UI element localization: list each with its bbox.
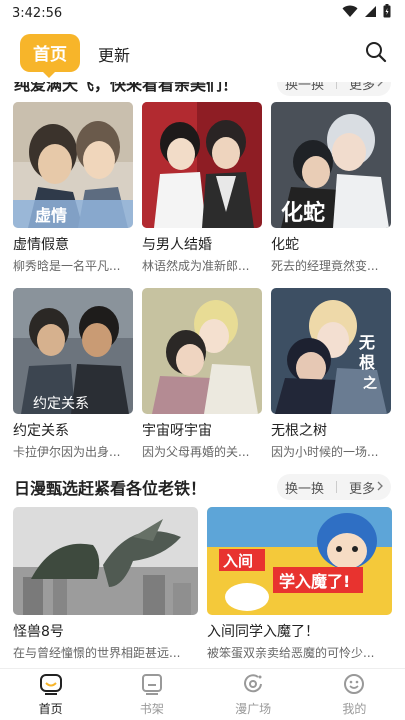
- comic-title: 虚情假意: [13, 237, 69, 253]
- comic-title: 怪兽8号: [13, 624, 64, 640]
- comic-cover-image: [142, 288, 262, 414]
- tab-update[interactable]: 更新: [98, 42, 130, 66]
- bottom-nav-label: 首页: [38, 701, 63, 716]
- section2-actions: 换一换 更多: [276, 474, 391, 500]
- comic-desc: 被笨蛋双亲卖给恶魔的可怜少...: [207, 646, 375, 660]
- battery-icon: [383, 4, 391, 22]
- comic-desc: 卡拉伊尔因为出身...: [13, 445, 121, 459]
- comic-title: 约定关系: [13, 423, 69, 439]
- bottom-nav-home[interactable]: 首页: [0, 669, 101, 720]
- comic-desc: 因为小时候的一场...: [271, 445, 379, 459]
- comic-desc: 柳秀晗是一名平凡...: [13, 259, 121, 273]
- comic-cover-image: [13, 507, 198, 615]
- comic-desc: 因为父母再婚的关...: [142, 445, 250, 459]
- comic-cover-image: 化蛇: [271, 102, 391, 228]
- svg-text:无: 无: [358, 333, 375, 352]
- comic-cover-image: 约定关系: [13, 288, 133, 414]
- top-nav: 首页 更新: [0, 26, 405, 82]
- bottom-nav-label: 漫广场: [235, 701, 272, 716]
- tab-home-label: 首页: [33, 44, 67, 65]
- comic-title: 化蛇: [271, 237, 299, 253]
- search-icon: [365, 41, 387, 67]
- comic-title: 宇宙呀宇宙: [142, 423, 212, 439]
- divider: [335, 481, 337, 493]
- svg-text:约定关系: 约定关系: [33, 396, 89, 412]
- section2-header: 日漫甄选赶紧看各位老铁！ 换一换 更多: [0, 472, 405, 502]
- wifi-icon: [342, 5, 358, 22]
- comic-desc: 林语然成为准新郎...: [142, 259, 250, 273]
- search-button[interactable]: [361, 39, 391, 69]
- bottom-nav-label: 我的: [342, 701, 367, 716]
- section2-refresh-button[interactable]: 换一换: [285, 478, 324, 497]
- status-bar: 3:42:56: [0, 0, 405, 26]
- svg-text:化蛇: 化蛇: [281, 200, 325, 226]
- section2-title: 日漫甄选赶紧看各位老铁！: [14, 479, 207, 498]
- bookshelf-icon: [140, 673, 164, 698]
- comic-cover-image: [142, 102, 262, 228]
- comic-desc: 在与曾经憧憬的世界相距甚远...: [13, 646, 181, 660]
- bottom-nav-mine[interactable]: 我的: [304, 669, 405, 720]
- status-time: 3:42:56: [12, 5, 63, 21]
- bottom-nav: 首页 书架 漫广场 我的: [0, 668, 405, 720]
- profile-icon: [342, 673, 366, 698]
- comic-card[interactable]: 宇宙呀宇宙 因为父母再婚的关...: [142, 288, 262, 460]
- signal-icon: [364, 5, 377, 22]
- comic-card[interactable]: 与男人结婚 林语然成为准新郎...: [142, 102, 262, 274]
- svg-text:虚情: 虚情: [35, 206, 67, 225]
- comic-title: 无根之树: [271, 423, 327, 439]
- comic-cover-image: 入间 学入魔了!: [207, 507, 392, 615]
- comic-cover-image: 虚情: [13, 102, 133, 228]
- comic-card[interactable]: 无 根 之 无根之树 因为小时候的一场...: [271, 288, 391, 460]
- section2-more-button[interactable]: 更多: [349, 478, 383, 497]
- comic-card[interactable]: 约定关系 约定关系 卡拉伊尔因为出身...: [13, 288, 133, 460]
- comic-card[interactable]: 入间 学入魔了! 入间同学入魔了！ 被笨蛋双亲卖给恶魔的可怜少...: [207, 507, 392, 661]
- discover-icon: [241, 673, 265, 698]
- comic-title: 入间同学入魔了！: [207, 624, 319, 640]
- comic-card[interactable]: 虚情 虚情假意 柳秀晗是一名平凡...: [13, 102, 133, 274]
- section2-more-label: 更多: [348, 481, 375, 497]
- tab-home[interactable]: 首页: [20, 32, 80, 78]
- bottom-nav-label: 书架: [139, 701, 164, 716]
- svg-text:之: 之: [363, 375, 377, 392]
- comic-cover-image: 无 根 之: [271, 288, 391, 414]
- svg-text:根: 根: [359, 353, 375, 372]
- home-icon: [39, 673, 63, 698]
- comic-card[interactable]: 化蛇 化蛇 死去的经理竟然变...: [271, 102, 391, 274]
- status-icons: [342, 4, 391, 22]
- svg-text:学入魔了!: 学入魔了!: [279, 572, 350, 591]
- comic-desc: 死去的经理竟然变...: [271, 259, 379, 273]
- comic-card[interactable]: 怪兽8号 在与曾经憧憬的世界相距甚远...: [13, 507, 198, 661]
- svg-text:入间: 入间: [223, 552, 253, 570]
- bottom-nav-square[interactable]: 漫广场: [203, 669, 304, 720]
- chevron-right-icon: [377, 480, 383, 495]
- comic-title: 与男人结婚: [142, 237, 212, 253]
- bottom-nav-bookshelf[interactable]: 书架: [101, 669, 202, 720]
